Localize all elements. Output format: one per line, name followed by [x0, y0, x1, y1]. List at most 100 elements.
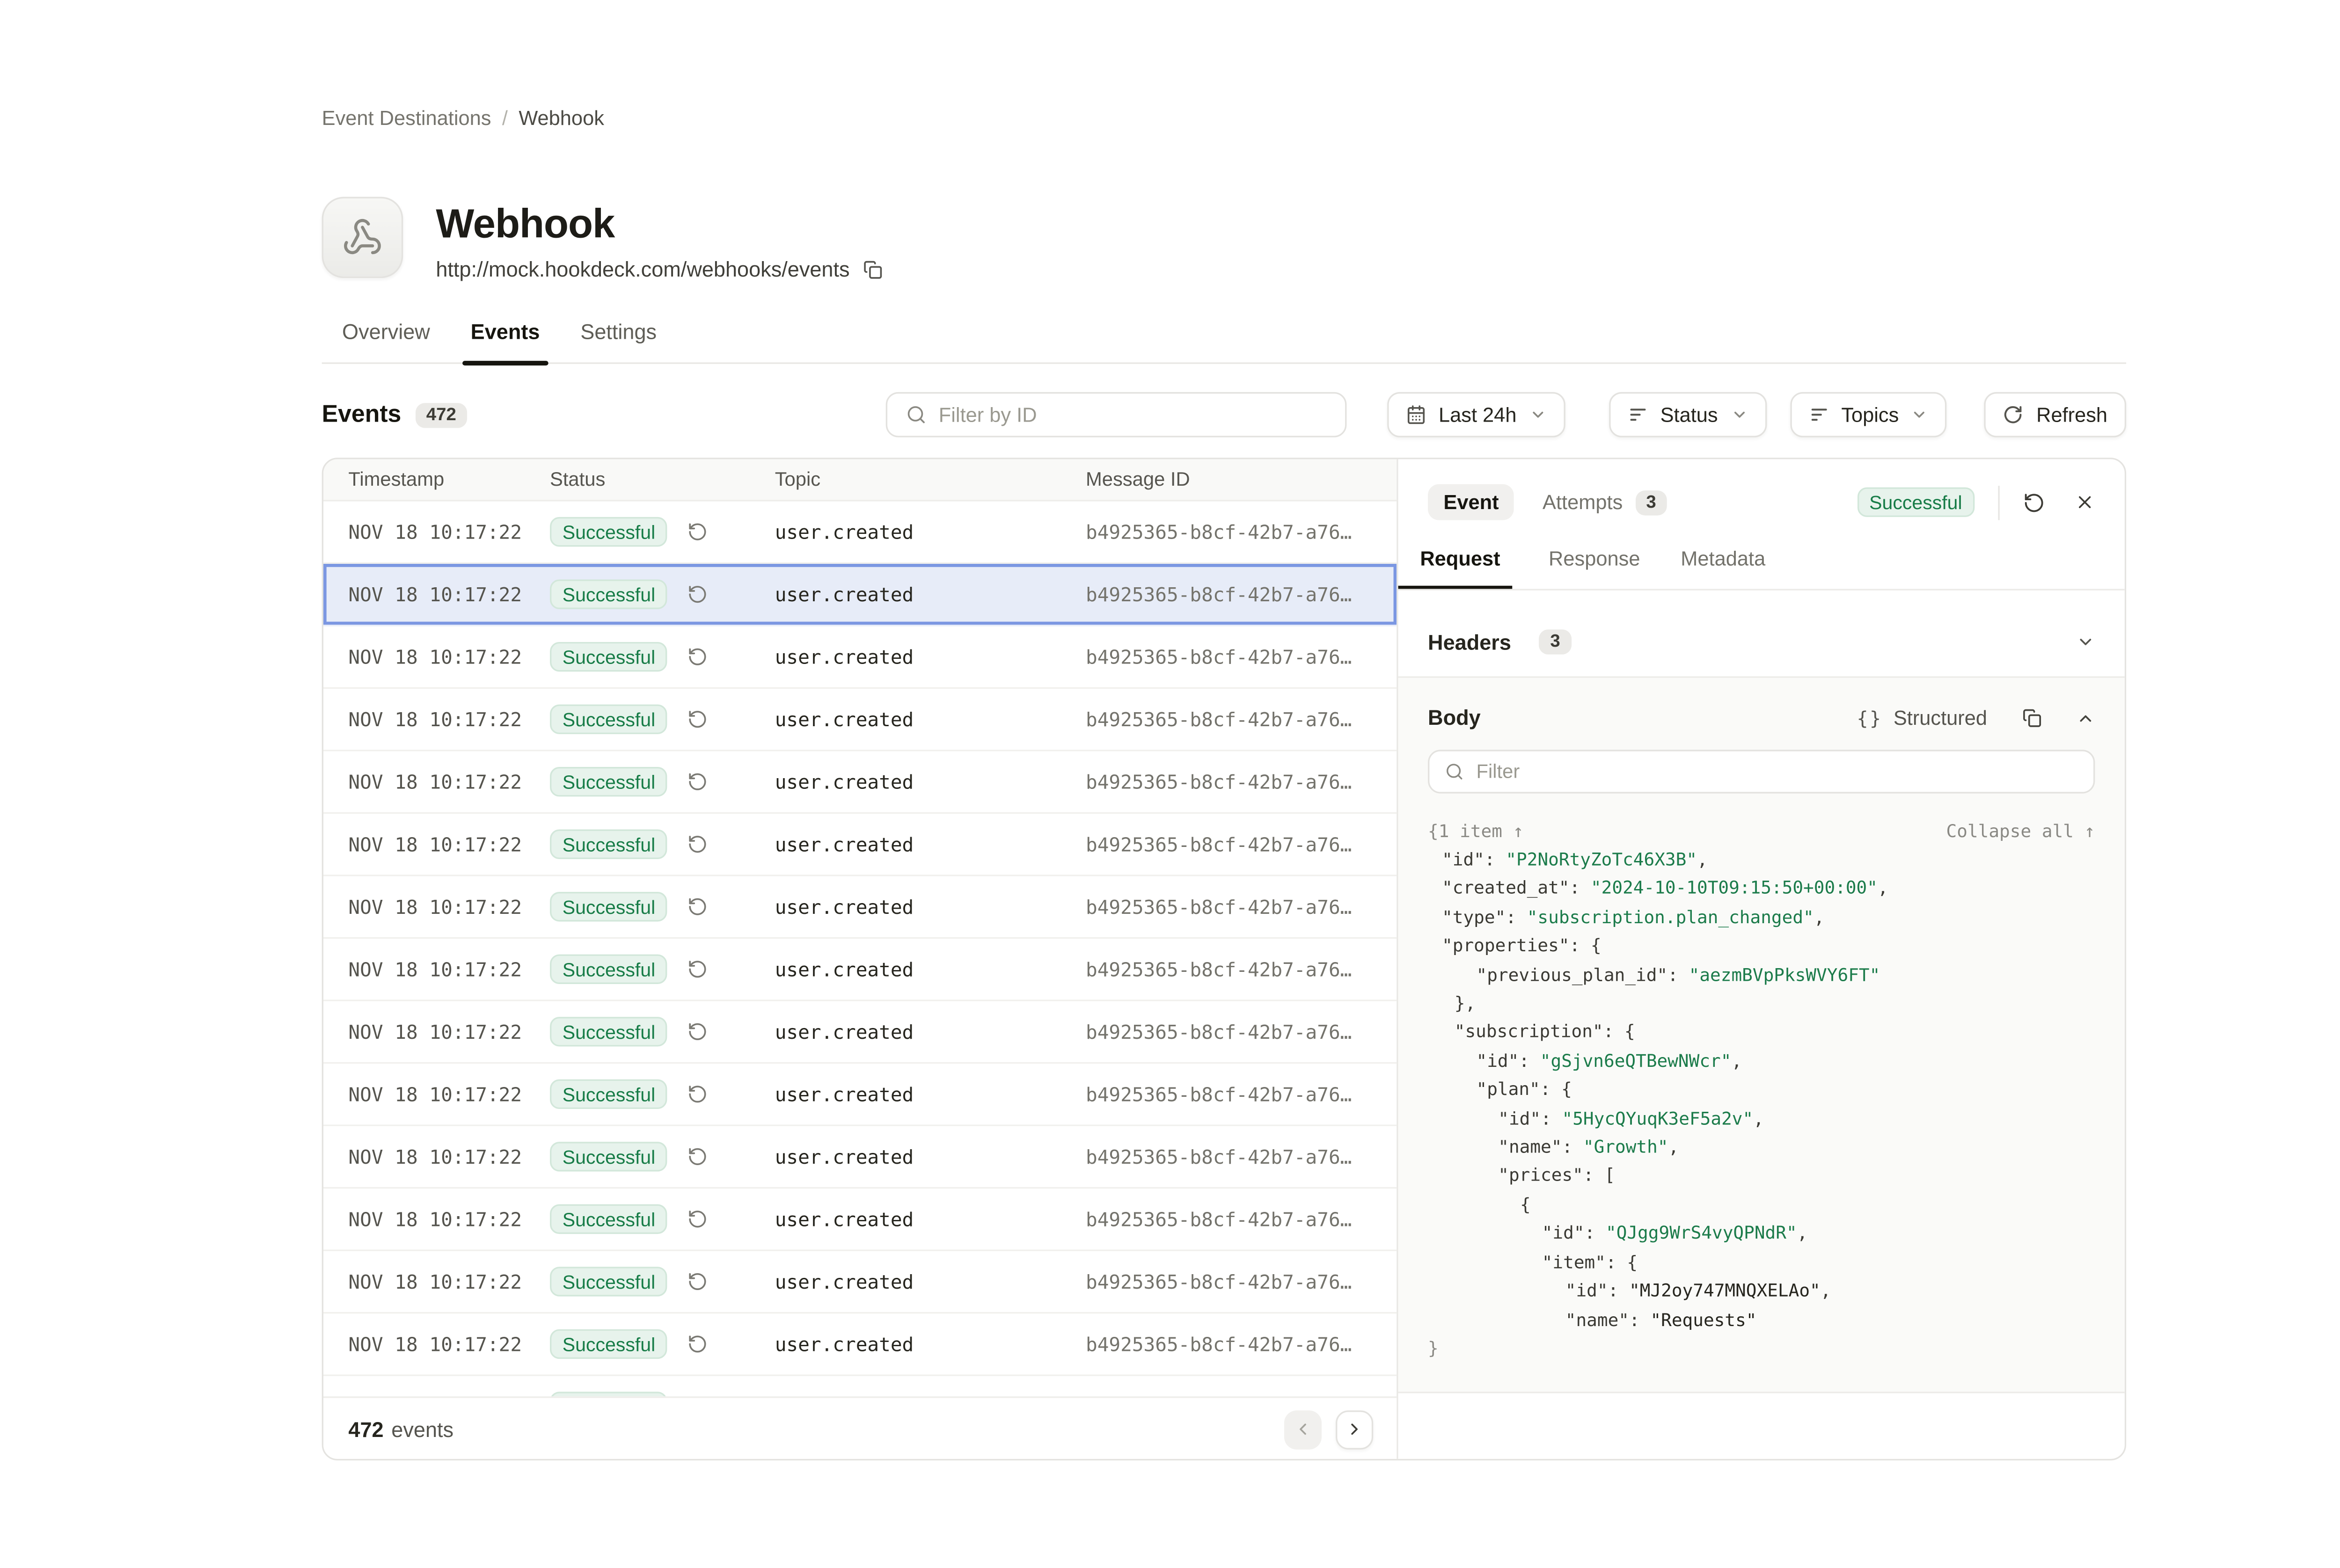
table-header-row: Timestamp Status Topic Message ID	[323, 459, 1397, 501]
tab-response[interactable]: Response	[1528, 534, 1660, 589]
retry-icon[interactable]	[688, 1271, 708, 1291]
table-row[interactable]: NOV 18 10:17:22Successfuluser.createdb49…	[323, 876, 1397, 939]
retry-icon[interactable]	[688, 1334, 708, 1354]
event-topic: user.created	[775, 896, 1086, 918]
table-row[interactable]: NOV 18 10:17:22Successfuluser.createdb49…	[323, 1001, 1397, 1064]
tab-overview[interactable]: Overview	[322, 311, 451, 362]
collapse-body-icon[interactable]	[2076, 708, 2095, 727]
panel-tab-event[interactable]: Event	[1428, 484, 1514, 520]
retry-icon[interactable]	[688, 1146, 708, 1167]
headers-label: Headers	[1428, 630, 1511, 654]
event-timestamp: NOV 18 10:17:22	[323, 1145, 550, 1167]
topics-filter-label: Topics	[1841, 403, 1899, 426]
json-line: {	[1428, 1192, 2095, 1220]
copy-url-icon[interactable]	[862, 259, 882, 279]
headers-section-toggle[interactable]: Headers 3	[1398, 608, 2125, 678]
body-filter-input[interactable]	[1477, 761, 2078, 783]
table-row[interactable]: NOV 18 10:17:22Successfuluser.createdb49…	[323, 814, 1397, 876]
events-section-title: Events	[322, 401, 402, 429]
table-footer: 472 events	[323, 1396, 1397, 1460]
event-message-id: b4925365-b8cf-42b7-a76…	[1086, 1333, 1397, 1355]
event-message-id: b4925365-b8cf-42b7-a76…	[1086, 1083, 1397, 1105]
event-topic: user.created	[775, 646, 1086, 668]
collapse-all-button[interactable]: Collapse all ↑	[1946, 822, 2095, 842]
table-row[interactable]: NOV 18 10:17:22Successfuluser.createdb49…	[323, 564, 1397, 627]
events-count-badge: 472	[415, 402, 467, 427]
status-badge: Successful	[550, 1267, 668, 1296]
table-row[interactable]: NOV 18 10:17:22Successfuluser.createdb49…	[323, 751, 1397, 814]
retry-icon[interactable]	[688, 897, 708, 917]
status-filter-button[interactable]: Status	[1609, 392, 1766, 438]
column-header-status: Status	[550, 468, 775, 490]
panel-tab-attempts[interactable]: Attempts 3	[1543, 489, 1667, 514]
json-line: "id": "5HycQYuqK3eF5a2v",	[1428, 1105, 2095, 1134]
copy-body-icon[interactable]	[2022, 707, 2042, 728]
table-row[interactable]: NOV 18 10:17:22Successfuluser.createdb49…	[323, 502, 1397, 564]
retry-icon[interactable]	[688, 647, 708, 667]
json-items-toggle[interactable]: {1 item ↑	[1428, 822, 1523, 842]
json-line: "name": "Requests"	[1428, 1306, 2095, 1335]
retry-icon[interactable]	[688, 522, 708, 542]
json-tree: "id": "P2NoRtyZoTc46X3B","created_at": "…	[1428, 846, 2095, 1364]
retry-icon[interactable]	[688, 959, 708, 979]
tab-metadata[interactable]: Metadata	[1660, 534, 1786, 589]
table-row[interactable]: NOV 18 10:17:22Successfuluser.createdb49…	[323, 1313, 1397, 1376]
retry-icon[interactable]	[688, 1084, 708, 1104]
json-line: }	[1428, 1335, 2095, 1364]
event-message-id: b4925365-b8cf-42b7-a76…	[1086, 583, 1397, 605]
previous-page-button[interactable]	[1284, 1410, 1322, 1449]
json-line: "created_at": "2024-10-10T09:15:50+00:00…	[1428, 875, 2095, 904]
status-badge: Successful	[550, 767, 668, 796]
structured-mode-toggle[interactable]: {} Structured	[1857, 706, 1988, 729]
calendar-icon	[1406, 405, 1426, 425]
next-page-button[interactable]	[1336, 1410, 1373, 1449]
event-topic: user.created	[775, 833, 1086, 855]
table-row[interactable]: NOV 18 10:17:22Successfuluser.createdb49…	[323, 1126, 1397, 1189]
chevron-left-icon	[1294, 1420, 1312, 1438]
table-row[interactable]: NOV 18 10:17:22Successfuluser.createdb49…	[323, 1251, 1397, 1314]
tab-events[interactable]: Events	[450, 311, 560, 362]
chevron-down-icon[interactable]	[2076, 633, 2095, 651]
table-row[interactable]: NOV 18 10:17:22Successfuluser.createdb49…	[323, 1064, 1397, 1126]
filter-by-id-input[interactable]	[939, 403, 1330, 426]
json-line: "plan": {	[1428, 1077, 2095, 1105]
event-timestamp: NOV 18 10:17:22	[323, 1208, 550, 1230]
events-table-body: NOV 18 10:17:22 Successful user.created b49…	[323, 502, 1397, 1397]
event-timestamp: NOV 18 10:17:22	[323, 708, 550, 730]
tab-settings[interactable]: Settings	[560, 311, 677, 362]
headers-count-badge: 3	[1539, 629, 1571, 654]
status-badge: Successful	[550, 642, 668, 671]
filter-icon	[1808, 405, 1828, 425]
retry-icon[interactable]	[688, 709, 708, 729]
time-range-button[interactable]: Last 24h	[1387, 392, 1565, 438]
retry-event-icon[interactable]	[2023, 491, 2045, 513]
table-row[interactable]: NOV 18 10:17:22Successfuluser.createdb49…	[323, 627, 1397, 689]
retry-icon[interactable]	[688, 772, 708, 792]
status-badge: Successful	[550, 1017, 668, 1046]
json-line: "name": "Growth",	[1428, 1134, 2095, 1163]
json-line: "id": "MJ2oy747MNQXELAo",	[1428, 1278, 2095, 1306]
footer-event-label: events	[391, 1417, 453, 1441]
json-line: "type": "subscription.plan_changed",	[1428, 904, 2095, 933]
close-panel-icon[interactable]	[2075, 492, 2095, 512]
divider	[1998, 485, 1999, 519]
column-header-message-id: Message ID	[1086, 468, 1397, 490]
retry-icon[interactable]	[688, 834, 708, 854]
json-line: "properties": {	[1428, 933, 2095, 962]
breadcrumb-webhook[interactable]: Webhook	[519, 106, 604, 131]
status-badge: Successful	[550, 1392, 668, 1396]
retry-icon[interactable]	[688, 1209, 708, 1229]
retry-icon[interactable]	[688, 584, 708, 604]
breadcrumb-event-destinations[interactable]: Event Destinations	[322, 106, 491, 131]
status-badge: Successful	[550, 579, 668, 609]
tab-request[interactable]: Request	[1420, 534, 1528, 589]
retry-icon[interactable]	[688, 1021, 708, 1042]
table-row[interactable]: NOV 18 10:17:22Successfuluser.createdb49…	[323, 689, 1397, 751]
topics-filter-button[interactable]: Topics	[1790, 392, 1947, 438]
destination-header: Webhook http://mock.hookdeck.com/webhook…	[322, 197, 883, 281]
status-badge: Successful	[550, 830, 668, 859]
table-row[interactable]: NOV 18 10:17:22Successfuluser.createdb49…	[323, 1189, 1397, 1251]
refresh-button[interactable]: Refresh	[1985, 392, 2126, 438]
table-row[interactable]: NOV 18 10:17:22Successfuluser.createdb49…	[323, 1376, 1397, 1396]
table-row[interactable]: NOV 18 10:17:22Successfuluser.createdb49…	[323, 939, 1397, 1001]
